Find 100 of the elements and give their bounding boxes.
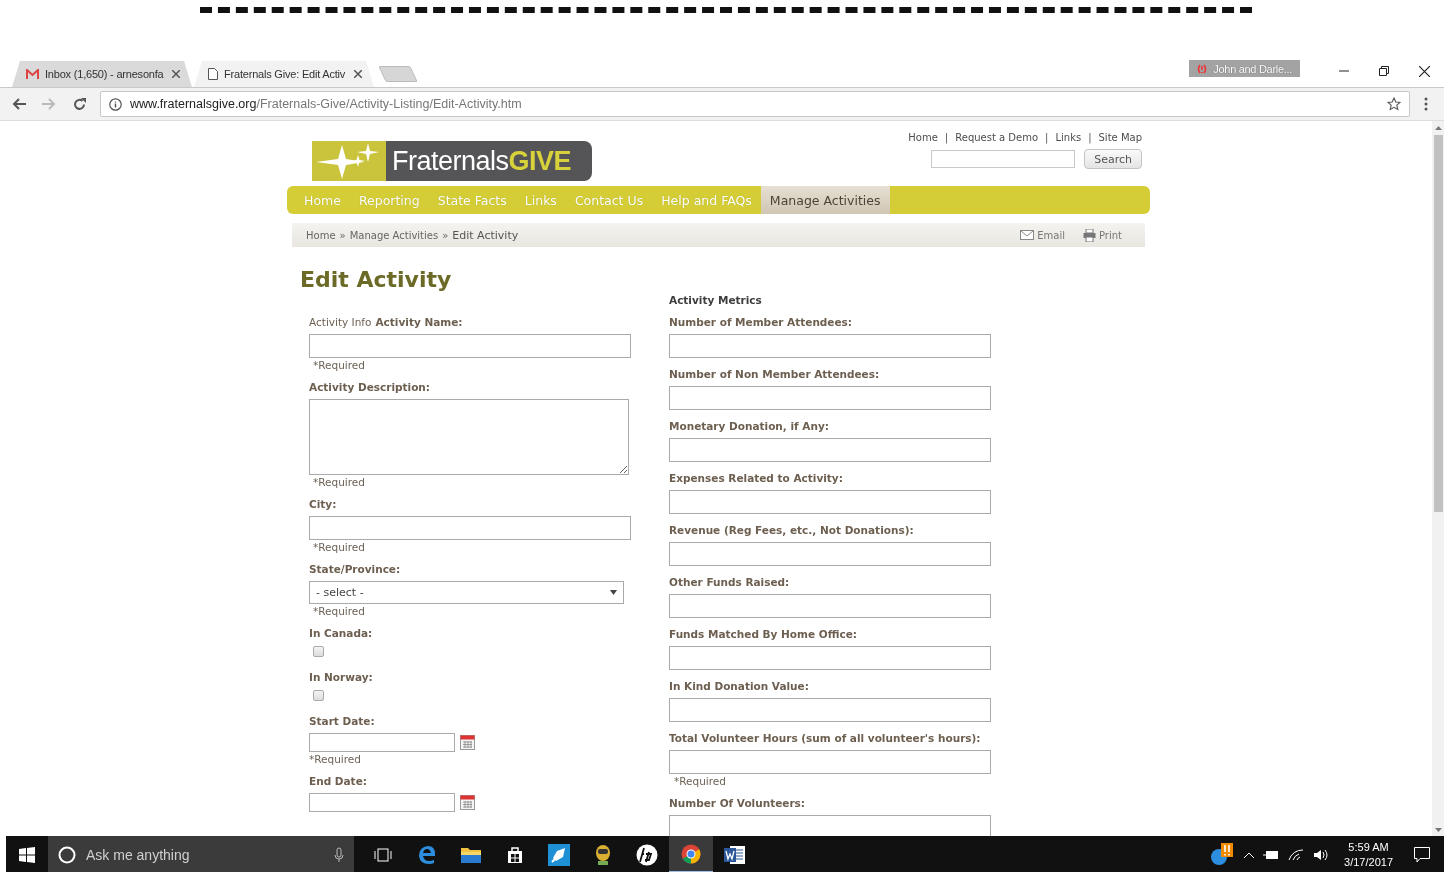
back-arrow-icon[interactable]: [12, 98, 26, 110]
breadcrumb-separator: »: [442, 229, 449, 241]
star-icon[interactable]: [1387, 97, 1401, 111]
field-label: Expenses Related to Activity:: [669, 471, 844, 485]
field-label: Number of Member Attendees:: [669, 315, 854, 329]
page-icon: [208, 68, 218, 80]
section-label: Activity Info: [309, 315, 372, 329]
text-field[interactable]: [669, 438, 991, 462]
close-icon[interactable]: [354, 70, 362, 78]
search-field[interactable]: Ask me anything: [84, 845, 326, 864]
field-label: State/Province:: [309, 562, 401, 576]
print-link[interactable]: Print: [1083, 228, 1122, 242]
search-field[interactable]: [931, 150, 1076, 168]
document-app-icon[interactable]: [724, 844, 746, 865]
address-bar[interactable]: www.fraternalsgive.org/Fraternals-Give/Activity-Listing/Edit-Activity.htm: [100, 91, 1410, 117]
circle-icon: [58, 845, 76, 864]
battery-icon[interactable]: [1263, 849, 1280, 860]
breadcrumb-current: Edit Activity: [452, 228, 519, 242]
text-field[interactable]: [669, 542, 991, 566]
dropdown-arrow-icon: [610, 590, 617, 595]
alert-icon[interactable]: [1209, 841, 1236, 868]
notifications-icon[interactable]: [1414, 846, 1430, 863]
breadcrumb-link[interactable]: Manage Activities: [349, 229, 439, 241]
speaker-icon[interactable]: [1313, 848, 1330, 861]
envelope-icon: [1020, 230, 1035, 240]
field-label: Number of Non Member Attendees:: [669, 367, 881, 381]
clock-date[interactable]: 3/17/2017: [1344, 854, 1393, 870]
shopping-bag-icon[interactable]: [506, 845, 524, 864]
text-field[interactable]: [669, 698, 991, 722]
folder-icon[interactable]: [461, 846, 481, 863]
required-note: *Required: [313, 475, 366, 489]
field-label: In Canada:: [309, 626, 373, 640]
page-title: Edit Activity: [300, 267, 453, 293]
search-button[interactable]: Search: [1084, 149, 1142, 169]
link-separator: |: [1045, 132, 1049, 143]
date-field[interactable]: [309, 733, 455, 752]
required-note: *Required: [313, 604, 366, 618]
text-field[interactable]: [669, 386, 991, 410]
text-field[interactable]: [669, 815, 991, 836]
calendar-icon[interactable]: [460, 735, 475, 750]
text-field[interactable]: [669, 646, 991, 670]
dropdown[interactable]: - select -: [309, 581, 624, 604]
required-note: *Required: [313, 540, 366, 554]
wifi-icon[interactable]: [1288, 848, 1305, 861]
scroll-down-icon[interactable]: [1434, 828, 1442, 832]
close-icon[interactable]: [1418, 65, 1430, 77]
text-field[interactable]: [669, 490, 991, 514]
vertical-scrollbar[interactable]: [1432, 121, 1444, 836]
top-link[interactable]: Request a Demo: [955, 132, 1039, 143]
profile-icon: [1197, 63, 1208, 74]
breadcrumb-separator: »: [339, 229, 346, 241]
chrome-icon[interactable]: [681, 843, 701, 864]
taskbar-app[interactable]: [669, 836, 713, 872]
text-field[interactable]: [309, 516, 631, 540]
reload-icon[interactable]: [72, 97, 86, 111]
breadcrumb-link[interactable]: Home: [306, 229, 336, 241]
search-box[interactable]: Ask me anything: [48, 836, 354, 872]
text-field[interactable]: [669, 334, 991, 358]
field-label: Total Volunteer Hours (sum of all volunteer's hours):: [669, 731, 982, 745]
checkbox[interactable]: [313, 646, 324, 657]
microphone-icon[interactable]: [334, 846, 344, 863]
calendar-icon[interactable]: [460, 795, 475, 810]
printer-icon: [1083, 228, 1096, 242]
top-link[interactable]: Site Map: [1098, 132, 1142, 143]
field-label: Number Of Volunteers:: [669, 796, 807, 810]
character-icon[interactable]: [594, 843, 612, 866]
text-field[interactable]: [309, 334, 631, 358]
rocket-icon[interactable]: [548, 843, 570, 866]
section-heading: Activity Metrics: [669, 293, 763, 307]
nav-tab[interactable]: Manage Activities: [760, 186, 890, 214]
email-link[interactable]: Email: [1020, 228, 1065, 242]
info-icon[interactable]: [109, 97, 122, 111]
date-field[interactable]: [309, 793, 455, 812]
text-field[interactable]: [669, 750, 991, 774]
field-label: Monetary Donation, if Any:: [669, 419, 830, 433]
browser-tab[interactable]: Fraternals Give: Edit Activ: [194, 61, 374, 87]
required-note: *Required: [313, 358, 366, 372]
required-note: *Required: [674, 774, 727, 788]
field-label: Other Funds Raised:: [669, 575, 791, 589]
field-label: In Kind Donation Value:: [669, 679, 810, 693]
chevron-up-icon[interactable]: [1244, 851, 1255, 858]
task-view-icon[interactable]: [374, 847, 392, 862]
required-note: *Required: [309, 752, 362, 766]
menu-icon[interactable]: [1424, 97, 1428, 111]
scroll-up-icon[interactable]: [1434, 126, 1442, 130]
text-field[interactable]: [669, 594, 991, 618]
field-label: City:: [309, 497, 337, 511]
field-label: Activity Description:: [309, 380, 431, 394]
windows-logo-icon[interactable]: [19, 846, 35, 863]
field-label: End Date:: [309, 774, 367, 788]
browser-tab[interactable]: Inbox (1,650) - arnesonfa: [12, 61, 192, 87]
field-label: Funds Matched By Home Office:: [669, 627, 858, 641]
checkbox[interactable]: [313, 690, 324, 701]
clock-time[interactable]: 5:59 AM: [1348, 839, 1389, 855]
top-link[interactable]: Links: [1055, 132, 1082, 143]
browser-e-icon[interactable]: [417, 844, 437, 865]
field-label: Start Date:: [309, 714, 375, 728]
restore-icon[interactable]: [1379, 66, 1389, 76]
hp-logo-icon[interactable]: [636, 843, 658, 866]
top-link[interactable]: Home: [908, 132, 938, 143]
